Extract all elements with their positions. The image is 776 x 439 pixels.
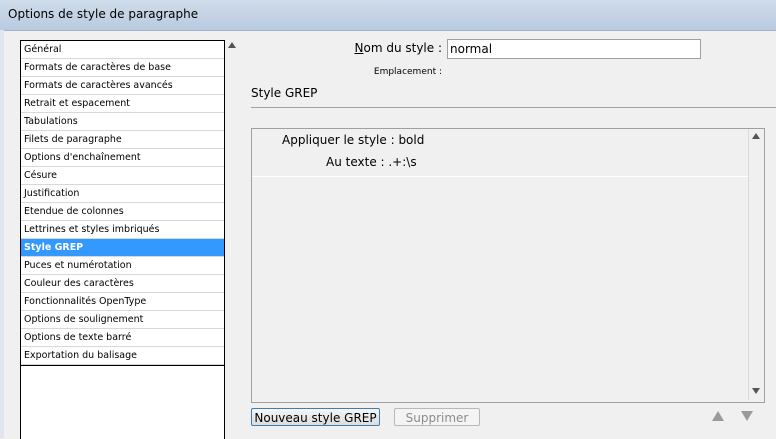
grep-row-divider [252, 176, 748, 177]
sidebar-item[interactable]: Retrait et espacement [21, 95, 224, 113]
sidebar-item[interactable]: Couleur des caractères [21, 275, 224, 293]
sidebar-item[interactable]: Justification [21, 185, 224, 203]
category-list[interactable]: Général Formats de caractères de base Form… [20, 40, 225, 439]
style-name-label-text: om du style : [363, 41, 442, 55]
delete-button[interactable]: Supprimer [394, 408, 480, 426]
sidebar-item[interactable]: Lettrines et styles imbriqués [21, 221, 224, 239]
sidebar-item[interactable]: Césure [21, 167, 224, 185]
scroll-up-icon[interactable] [228, 42, 236, 48]
grep-style-list[interactable] [251, 128, 765, 403]
style-name-input[interactable] [447, 39, 701, 59]
location-label: Emplacement : [373, 67, 442, 77]
sidebar-item[interactable]: Fonctionnalités OpenType [21, 293, 224, 311]
scroll-up-icon[interactable] [752, 133, 760, 139]
sidebar-item[interactable]: Exportation du balisage [21, 347, 224, 365]
window-title: Options de style de paragraphe [8, 7, 199, 21]
new-grep-style-button[interactable]: Nouveau style GREP [251, 408, 380, 426]
grep-list-scrollbar[interactable] [748, 129, 763, 400]
category-list-scrollbar[interactable] [224, 40, 240, 438]
section-divider [251, 107, 776, 108]
grep-apply-style[interactable]: Appliquer le style : bold [282, 133, 424, 147]
window-left-edge [0, 30, 4, 438]
sidebar-item[interactable]: Filets de paragraphe [21, 131, 224, 149]
style-name-label: Nom du style : [340, 41, 443, 55]
sidebar-item[interactable]: Tabulations [21, 113, 224, 131]
scroll-down-icon[interactable] [752, 388, 760, 394]
sidebar-item[interactable]: Puces et numérotation [21, 257, 224, 275]
sidebar-item[interactable]: Formats de caractères de base [21, 59, 224, 77]
move-up-icon[interactable] [712, 411, 724, 421]
sidebar-item[interactable]: Style GREP [21, 239, 224, 257]
sidebar-item[interactable]: Général [21, 41, 224, 59]
list-end-divider [21, 365, 224, 366]
sidebar-item[interactable]: Options d'enchaînement [21, 149, 224, 167]
grep-to-text[interactable]: Au texte : .+:\s [326, 155, 417, 169]
move-down-icon[interactable] [741, 411, 753, 421]
sidebar-item[interactable]: Etendue de colonnes [21, 203, 224, 221]
section-title: Style GREP [251, 86, 318, 100]
sidebar-item[interactable]: Formats de caractères avancés [21, 77, 224, 95]
sidebar-item[interactable]: Options de soulignement [21, 311, 224, 329]
title-bar: Options de style de paragraphe [0, 0, 776, 31]
sidebar-item[interactable]: Options de texte barré [21, 329, 224, 347]
